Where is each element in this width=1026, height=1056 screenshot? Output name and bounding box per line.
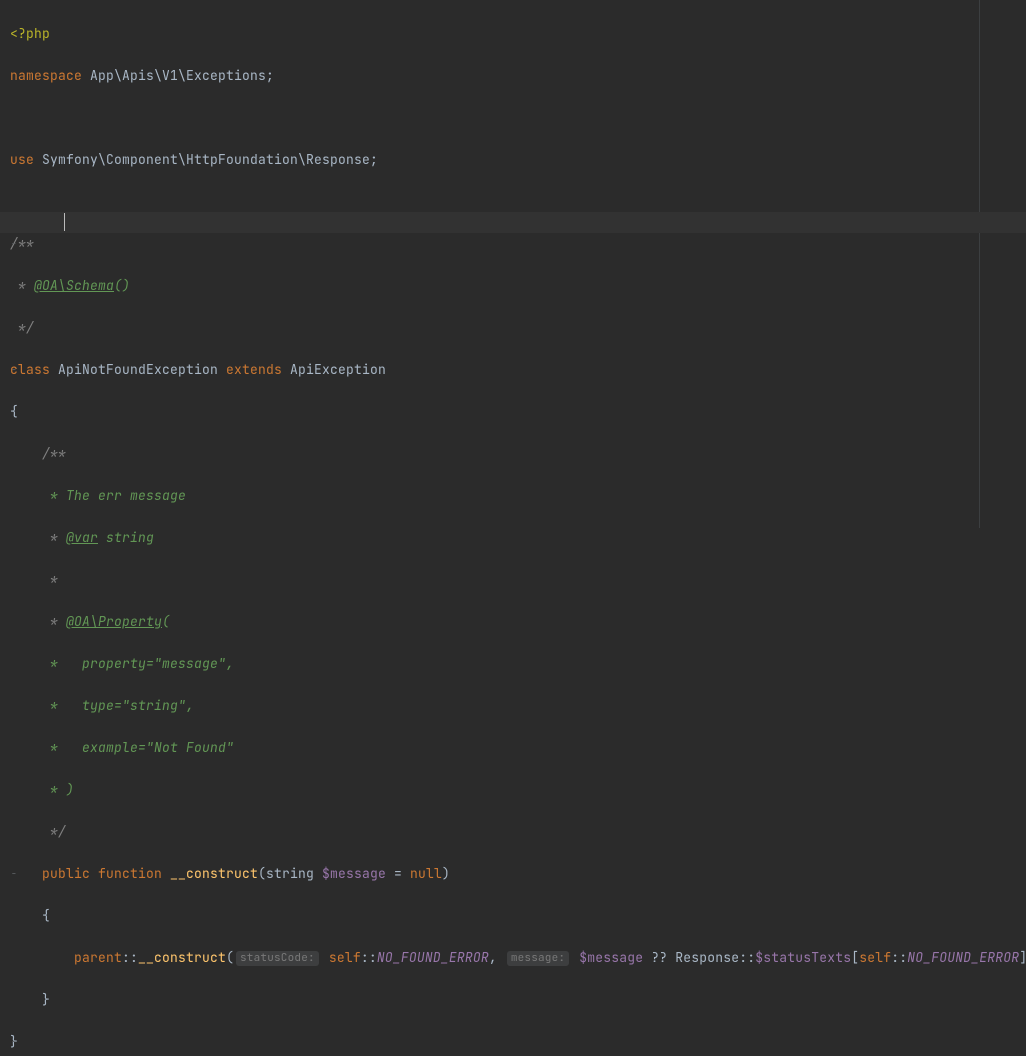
const-no-found-error: NO_FOUND_ERROR — [377, 949, 489, 966]
kw-function: function — [90, 865, 170, 882]
use-path: Symfony\Component\HttpFoundation\Respons… — [34, 151, 370, 168]
kw-null: null — [410, 865, 442, 882]
param-hint-message: message: — [507, 951, 569, 966]
kw-namespace: namespace — [10, 67, 82, 84]
kw-extends: extends — [226, 361, 282, 378]
docblock-line: * ) — [10, 779, 1026, 800]
param-message: $message — [322, 865, 386, 882]
type-string: string — [266, 865, 322, 882]
fold-toggle-icon[interactable]: − — [10, 863, 18, 884]
oa-schema-annotation: @OA\Schema — [34, 277, 114, 294]
parent-class: ApiException — [282, 361, 386, 378]
docblock-line: * @OA\Property( — [10, 611, 1026, 632]
docblock-line: /** — [10, 443, 1026, 464]
response-class: Response — [675, 949, 739, 966]
docblock-line: * @OA\Schema() — [10, 275, 1026, 296]
code-editor[interactable]: <?php namespace App\Apis\V1\Exceptions; … — [0, 0, 1026, 528]
code-line: use Symfony\Component\HttpFoundation\Res… — [10, 149, 1026, 170]
var-message: $message — [579, 949, 643, 966]
code-line: −} — [10, 1031, 1026, 1052]
code-line: { — [10, 401, 1026, 422]
code-line: parent::__construct(statusCode: self::NO… — [10, 947, 1026, 968]
blank-line — [10, 107, 1026, 128]
docblock-line: */ — [10, 821, 1026, 842]
php-open-tag: <?php — [10, 25, 50, 42]
docblock-line: * example="Not Found" — [10, 737, 1026, 758]
parent-ctor: __construct — [138, 949, 226, 966]
kw-public: public — [42, 865, 90, 882]
fold-toggle-icon[interactable]: − — [10, 1031, 18, 1052]
code-line: − public function __construct(string $me… — [10, 863, 1026, 884]
var-tag: @var — [66, 529, 98, 546]
static-statustexts: $statusTexts — [755, 949, 851, 966]
blank-line — [10, 191, 1026, 212]
kw-parent: parent — [74, 949, 122, 966]
oa-property-annotation: @OA\Property — [66, 613, 162, 630]
docblock-line: −/** — [10, 233, 1026, 254]
code-line: } — [10, 989, 1026, 1010]
docblock-line: * type="string", — [10, 695, 1026, 716]
code-line: { — [10, 905, 1026, 926]
code-line: <?php — [10, 23, 1026, 44]
fold-toggle-icon[interactable]: − — [10, 359, 18, 380]
doc-description: * The err message — [10, 487, 186, 504]
docblock-line: * The err message — [10, 485, 1026, 506]
param-hint-statuscode: statusCode: — [236, 951, 319, 966]
code-line: namespace App\Apis\V1\Exceptions; — [10, 65, 1026, 86]
class-name: ApiNotFoundException — [50, 361, 226, 378]
fold-toggle-icon[interactable]: − — [10, 233, 18, 254]
docblock-line: * — [10, 569, 1026, 590]
docblock-line: * property="message", — [10, 653, 1026, 674]
code-line: −class ApiNotFoundException extends ApiE… — [10, 359, 1026, 380]
kw-self: self — [329, 949, 361, 966]
namespace-path: App\Apis\V1\Exceptions — [82, 67, 266, 84]
ctor-name: __construct — [170, 865, 258, 882]
docblock-line: * @var string — [10, 527, 1026, 548]
kw-use: use — [10, 151, 34, 168]
docblock-line: */ — [10, 317, 1026, 338]
